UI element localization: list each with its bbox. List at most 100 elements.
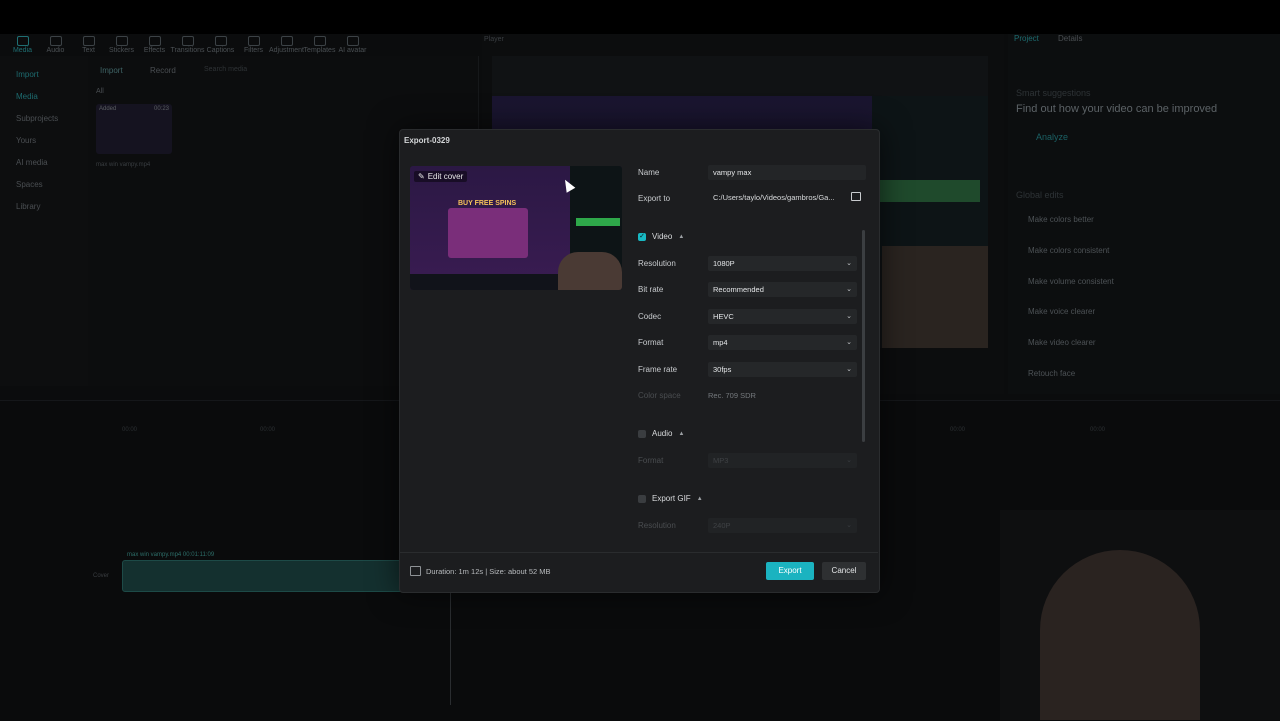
- chat-overlay: [872, 96, 988, 256]
- pencil-icon: ✎: [418, 172, 425, 181]
- gif-section-toggle[interactable]: Export GIF ▲: [638, 494, 703, 503]
- toolbar-transitions[interactable]: Transitions: [171, 36, 205, 54]
- captions-icon: [214, 36, 227, 46]
- export-info: Duration: 1m 12s | Size: about 52 MB: [426, 567, 551, 576]
- color-space-value: Rec. 709 SDR: [708, 391, 756, 400]
- cancel-button[interactable]: Cancel: [822, 562, 866, 580]
- audio-checkbox[interactable]: [638, 429, 646, 438]
- export-path-field[interactable]: C:/Users/taylo/Videos/gambros/Ga...: [708, 190, 844, 205]
- media-filename: max win vampy.mp4: [96, 162, 151, 168]
- edit-video-clearer[interactable]: Make video clearer: [1028, 338, 1096, 347]
- tab-details[interactable]: Details: [1058, 34, 1082, 43]
- import-tab[interactable]: Import: [100, 66, 123, 75]
- gif-resolution-select[interactable]: 240P ⌄: [708, 518, 857, 533]
- editor-toolbar: Media Audio Text Stickers Effects Transi…: [0, 34, 478, 56]
- chevron-down-icon: ⌄: [846, 313, 852, 320]
- left-nav: Import Media Subprojects Yours AI media …: [0, 56, 88, 386]
- nav-media[interactable]: Media: [16, 92, 38, 101]
- nav-spaces[interactable]: Spaces: [16, 180, 43, 189]
- avatar-icon: [346, 36, 359, 46]
- toolbar-filters[interactable]: Filters: [237, 36, 270, 54]
- all-filter[interactable]: All: [96, 88, 104, 95]
- audio-icon: [49, 36, 62, 46]
- edit-colors-consistent[interactable]: Make colors consistent: [1028, 246, 1109, 255]
- clip-label: max win vampy.mp4 00:01:11:09: [127, 552, 215, 558]
- toolbar-audio[interactable]: Audio: [39, 36, 72, 54]
- nav-import[interactable]: Import: [16, 70, 39, 79]
- cover-preview[interactable]: BUY FREE SPINS: [410, 166, 622, 290]
- toolbar-captions[interactable]: Captions: [204, 36, 237, 54]
- webcam-overlay: [1000, 510, 1280, 720]
- top-bar: [0, 0, 1280, 34]
- templates-icon: [313, 36, 326, 46]
- caret-up-icon: ▲: [678, 430, 685, 437]
- edit-colors-better[interactable]: Make colors better: [1028, 215, 1094, 224]
- media-icon: [16, 36, 29, 46]
- global-edits-title: Global edits: [1016, 190, 1064, 200]
- cover-text: BUY FREE SPINS: [458, 200, 517, 207]
- dialog-scrollbar[interactable]: [862, 230, 865, 442]
- media-duration: 00:23: [153, 106, 169, 112]
- caret-up-icon: ▲: [696, 495, 703, 502]
- tab-project[interactable]: Project: [1014, 34, 1039, 43]
- toolbar-templates[interactable]: Templates: [303, 36, 336, 54]
- format-label: Format: [638, 338, 664, 347]
- toolbar-stickers[interactable]: Stickers: [105, 36, 138, 54]
- folder-icon[interactable]: [851, 192, 861, 201]
- audio-format-select[interactable]: MP3 ⌄: [708, 453, 857, 468]
- search-media-input[interactable]: Search media: [204, 66, 247, 73]
- time-mark: 00:00: [122, 427, 138, 433]
- gif-resolution-label: Resolution: [638, 521, 676, 530]
- player-label: Player: [484, 36, 504, 43]
- cover-streamer: [558, 252, 622, 290]
- filters-icon: [247, 36, 260, 46]
- smart-suggestions-subtitle: Find out how your video can be improved: [1016, 103, 1218, 115]
- streamer-cam: [882, 246, 988, 348]
- color-space-label: Color space: [638, 391, 681, 400]
- cover-chat-highlight: [576, 218, 620, 226]
- framerate-select[interactable]: 30fps ⌄: [708, 362, 857, 377]
- toolbar-adjustment[interactable]: Adjustment: [269, 36, 304, 54]
- toolbar-media[interactable]: Media: [6, 36, 39, 54]
- nav-ai-media[interactable]: AI media: [16, 158, 48, 167]
- person-silhouette: [1040, 550, 1200, 720]
- record-tab[interactable]: Record: [150, 66, 176, 75]
- chevron-down-icon: ⌄: [846, 522, 852, 529]
- video-checkbox[interactable]: ✓: [638, 232, 646, 241]
- format-select[interactable]: mp4 ⌄: [708, 335, 857, 350]
- audio-format-label: Format: [638, 456, 664, 465]
- chevron-down-icon: ⌄: [846, 286, 852, 293]
- edit-cover-button[interactable]: ✎ Edit cover: [414, 171, 468, 182]
- nav-library[interactable]: Library: [16, 202, 40, 211]
- text-icon: [82, 36, 95, 46]
- name-input[interactable]: vampy max: [708, 165, 866, 180]
- chevron-down-icon: ⌄: [846, 260, 852, 267]
- gif-checkbox[interactable]: [638, 494, 646, 503]
- video-section-toggle[interactable]: ✓ Video ▲: [638, 232, 684, 241]
- codec-select[interactable]: HEVC ⌄: [708, 309, 857, 324]
- toolbar-text[interactable]: Text: [72, 36, 105, 54]
- cover-label[interactable]: Cover: [93, 573, 109, 579]
- edit-volume-consistent[interactable]: Make volume consistent: [1028, 277, 1114, 286]
- edit-retouch-face[interactable]: Retouch face: [1028, 369, 1075, 378]
- footer-divider: [399, 552, 878, 553]
- playhead[interactable]: [450, 590, 451, 705]
- resolution-label: Resolution: [638, 259, 676, 268]
- toolbar-ai-avatar[interactable]: AI avatar: [336, 36, 369, 54]
- toolbar-effects[interactable]: Effects: [138, 36, 171, 54]
- time-mark: 00:00: [1090, 427, 1106, 433]
- resolution-select[interactable]: 1080P ⌄: [708, 256, 857, 271]
- nav-subprojects[interactable]: Subprojects: [16, 114, 58, 123]
- nav-yours[interactable]: Yours: [16, 136, 36, 145]
- audio-section-toggle[interactable]: Audio ▲: [638, 429, 684, 438]
- edit-voice-clearer[interactable]: Make voice clearer: [1028, 307, 1095, 316]
- chat-highlight: [880, 180, 980, 202]
- media-thumbnail[interactable]: Added 00:23: [96, 104, 172, 154]
- smart-suggestions-title: Smart suggestions: [1016, 88, 1091, 98]
- export-button[interactable]: Export: [766, 562, 814, 580]
- chevron-down-icon: ⌄: [846, 457, 852, 464]
- sticker-icon: [115, 36, 128, 46]
- bitrate-select[interactable]: Recommended ⌄: [708, 282, 857, 297]
- analyze-button[interactable]: Analyze: [1036, 132, 1068, 142]
- framerate-label: Frame rate: [638, 365, 678, 374]
